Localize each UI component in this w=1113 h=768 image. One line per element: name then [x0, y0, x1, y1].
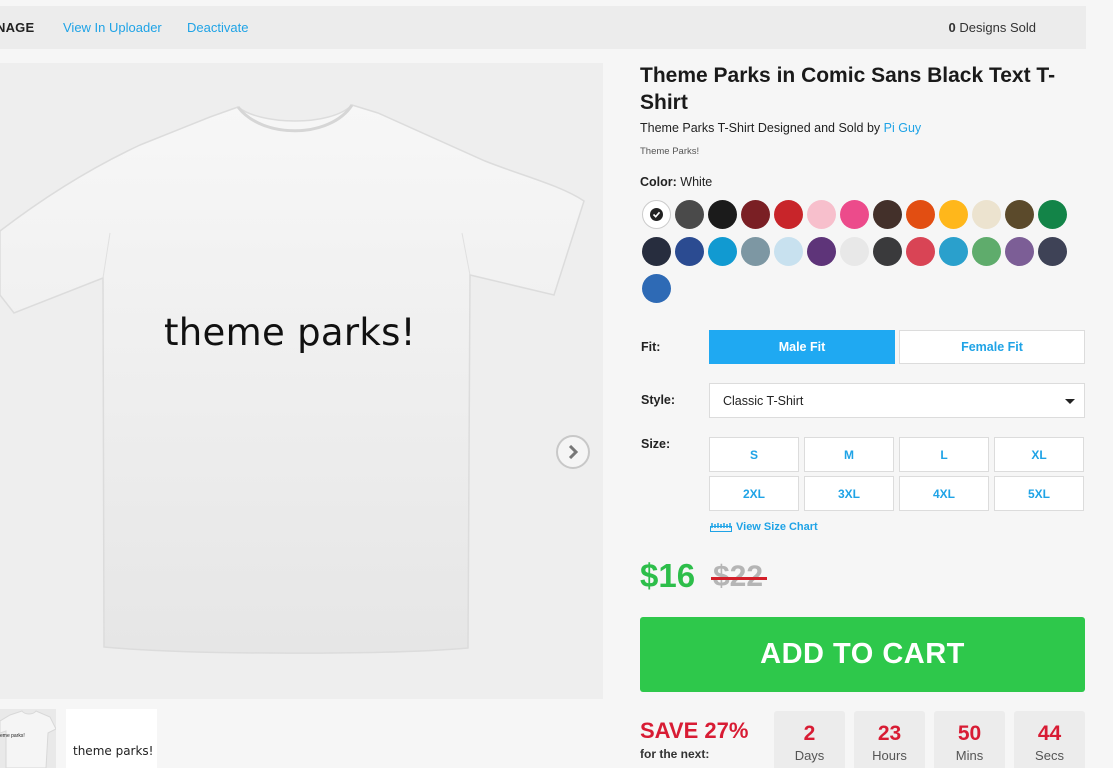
save-percent: SAVE 27% [640, 718, 749, 743]
color-swatch[interactable] [642, 274, 671, 303]
color-swatch[interactable] [840, 237, 869, 266]
countdown-number: 44 [1037, 722, 1062, 745]
selected-color-name: White [676, 175, 713, 189]
countdown-unit: Mins [955, 748, 984, 763]
thumbnail-design[interactable]: theme parks! [66, 709, 157, 768]
countdown-unit: Secs [1035, 748, 1064, 763]
seller-toolbar: NAGE View In Uploader Deactivate 0 Desig… [0, 6, 1086, 49]
countdown-unit: Hours [872, 748, 907, 763]
color-swatch[interactable] [642, 237, 671, 266]
color-swatch[interactable] [1005, 200, 1034, 229]
color-swatch[interactable] [675, 237, 704, 266]
color-swatch[interactable] [1038, 237, 1067, 266]
countdown-label: for the next: [640, 747, 710, 761]
thumbnail-design-text: theme parks! [73, 744, 154, 758]
size-2xl-button[interactable]: 2XL [709, 476, 799, 511]
countdown-secs: 44 Secs [1014, 711, 1085, 768]
color-swatch[interactable] [906, 200, 935, 229]
size-chart-text: View Size Chart [736, 521, 818, 533]
color-swatch[interactable] [972, 237, 1001, 266]
product-title: Theme Parks in Comic Sans Black Text T-S… [640, 64, 1056, 114]
tshirt-illustration [0, 104, 585, 654]
size-xl-button[interactable]: XL [994, 437, 1084, 472]
color-swatch[interactable] [774, 200, 803, 229]
color-swatch[interactable] [774, 237, 803, 266]
countdown-number: 2 [803, 722, 816, 745]
chevron-right-icon [568, 445, 579, 459]
byline-text: Theme Parks T-Shirt Designed and Sold by [640, 121, 884, 135]
countdown-unit: Days [794, 748, 825, 763]
color-swatch[interactable] [873, 237, 902, 266]
countdown-number: 23 [877, 722, 902, 745]
color-swatch[interactable] [807, 200, 836, 229]
view-in-uploader-link[interactable]: View In Uploader [63, 20, 162, 35]
thumbnail-shirt[interactable]: eme parks! [0, 709, 56, 768]
countdown-number: 50 [957, 722, 982, 745]
product-image[interactable]: theme parks! [0, 63, 603, 699]
check-icon [650, 208, 663, 221]
color-swatch[interactable] [906, 237, 935, 266]
manage-label[interactable]: NAGE [0, 20, 34, 35]
countdown-hours: 23 Hours [854, 711, 925, 768]
color-swatch[interactable] [1038, 200, 1067, 229]
size-label: Size: [641, 437, 671, 451]
thumbnail-shirt-print: eme parks! [0, 733, 25, 739]
color-label-key: Color: [640, 175, 677, 189]
ruler-icon [710, 523, 732, 532]
size-chart-link[interactable]: View Size Chart [710, 521, 818, 533]
color-swatch[interactable] [675, 200, 704, 229]
product-tagline: Theme Parks! [640, 146, 700, 157]
next-image-button[interactable] [556, 435, 590, 469]
color-swatch[interactable] [939, 237, 968, 266]
color-swatch[interactable] [642, 200, 671, 229]
size-4xl-button[interactable]: 4XL [899, 476, 989, 511]
color-swatch[interactable] [840, 200, 869, 229]
fit-label: Fit: [641, 340, 661, 354]
size-m-button[interactable]: M [804, 437, 894, 472]
size-3xl-button[interactable]: 3XL [804, 476, 894, 511]
size-s-button[interactable]: S [709, 437, 799, 472]
male-fit-button[interactable]: Male Fit [709, 330, 895, 364]
countdown-days: 2 Days [774, 711, 845, 768]
color-swatch[interactable] [972, 200, 1001, 229]
product-byline: Theme Parks T-Shirt Designed and Sold by… [640, 121, 921, 135]
color-swatch[interactable] [741, 237, 770, 266]
deactivate-link[interactable]: Deactivate [187, 20, 248, 35]
style-select[interactable]: Classic T-Shirt [709, 383, 1085, 418]
style-select-value: Classic T-Shirt [723, 393, 804, 408]
add-to-cart-button[interactable]: ADD TO CART [640, 617, 1085, 692]
designs-sold-count: 0 [948, 20, 956, 35]
color-swatch[interactable] [741, 200, 770, 229]
color-label: Color: White [640, 175, 712, 189]
female-fit-button[interactable]: Female Fit [899, 330, 1085, 364]
designs-sold: 0 Designs Sold [949, 20, 1036, 35]
original-price: $22 [710, 560, 768, 593]
color-swatch[interactable] [873, 200, 902, 229]
size-l-button[interactable]: L [899, 437, 989, 472]
designs-sold-label: Designs Sold [955, 20, 1036, 35]
countdown-mins: 50 Mins [934, 711, 1005, 768]
size-5xl-button[interactable]: 5XL [994, 476, 1084, 511]
color-swatch[interactable] [708, 200, 737, 229]
artist-link[interactable]: Pi Guy [884, 121, 922, 135]
style-label: Style: [641, 393, 676, 407]
color-swatch[interactable] [807, 237, 836, 266]
color-swatch[interactable] [708, 237, 737, 266]
color-swatch[interactable] [1005, 237, 1034, 266]
caret-down-icon [1065, 399, 1075, 404]
color-swatch[interactable] [939, 200, 968, 229]
shirt-print-text: theme parks! [164, 311, 416, 354]
sale-price: $16 [640, 557, 696, 594]
